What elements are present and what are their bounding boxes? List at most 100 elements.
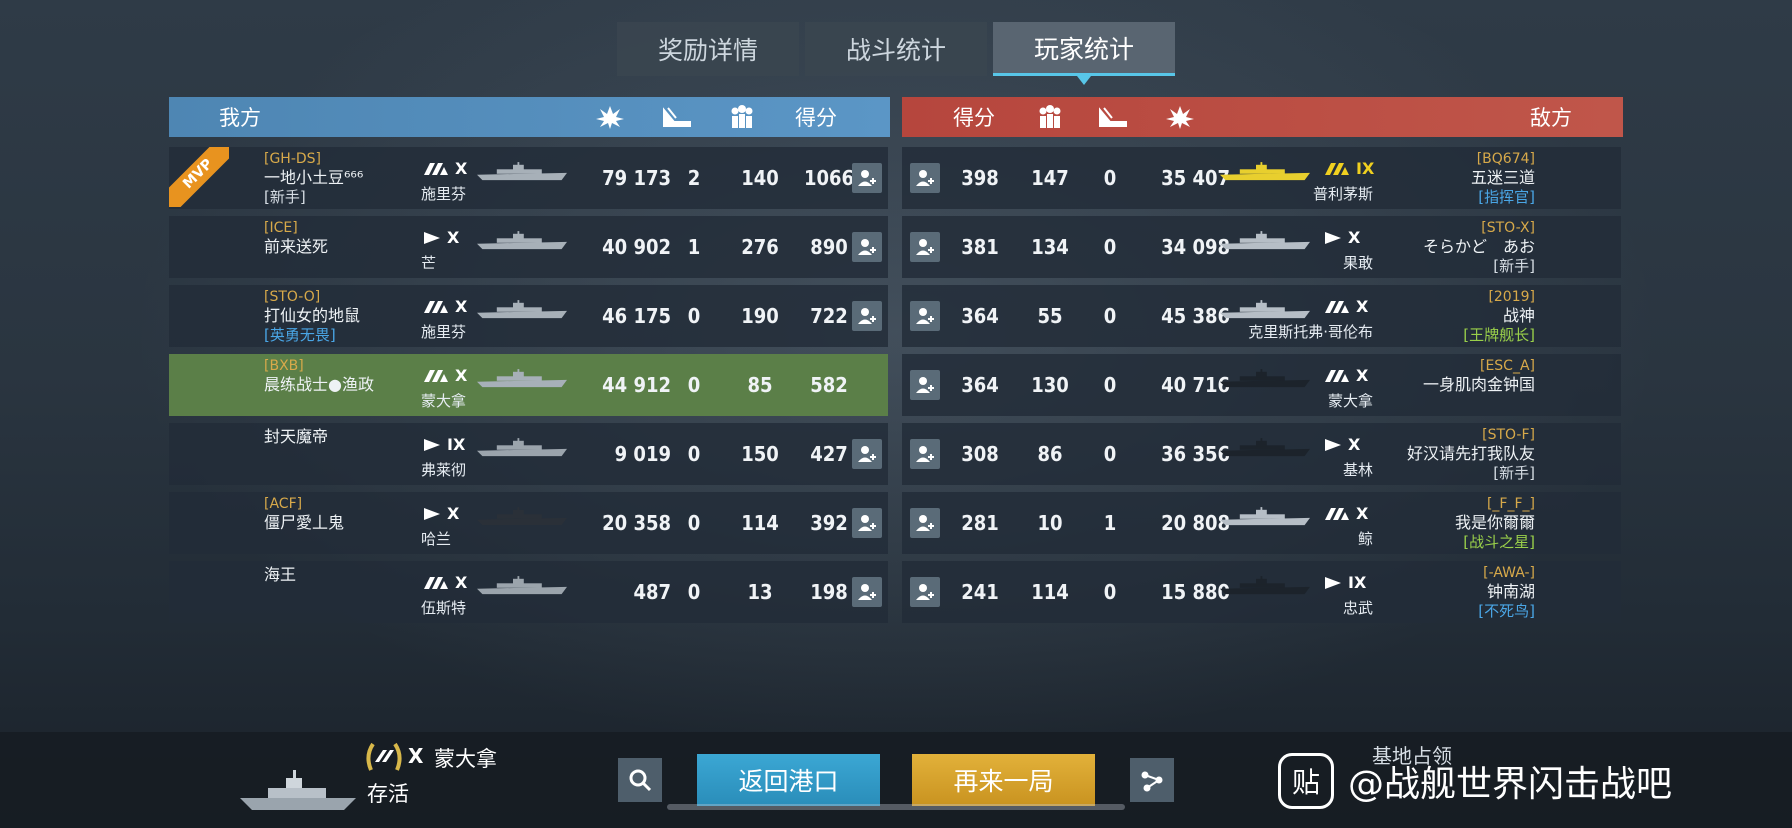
damage-value: 44 912: [602, 373, 671, 397]
ship-image: [477, 437, 567, 463]
add-friend-icon: [916, 446, 934, 462]
player-row[interactable]: 海王 X 伍斯特 487 0 13 198: [169, 561, 888, 623]
add-friend-button[interactable]: [852, 301, 882, 331]
damage-value: 34 098: [1161, 235, 1230, 259]
player-row[interactable]: [STO-O] 打仙女的地鼠 [英勇无畏] X 施里芬 46 175 0 190 722: [169, 285, 888, 347]
player-row[interactable]: 364 130 0 40 716 X 蒙大拿 [ESC_A] 一身肌肉金钟国: [902, 354, 1621, 416]
damage-icon: [1166, 106, 1194, 129]
share-button[interactable]: [1130, 758, 1174, 802]
ship-name: 蒙大拿: [421, 392, 467, 410]
ship-image: [1220, 575, 1310, 601]
add-friend-button[interactable]: [910, 577, 940, 607]
ship-class-icon: [1325, 507, 1349, 520]
ship-name: 伍斯特: [421, 599, 467, 617]
player-row[interactable]: MVP [GH-DS] 一地小土豆⁶⁶⁶ [新手] X 施里芬 79 173 2 140 1066: [169, 147, 888, 209]
add-friend-icon: [916, 377, 934, 393]
tier-label: X: [1356, 297, 1369, 316]
player-row[interactable]: [ACF] 僵尸愛丄鬼 X 哈兰 20 358 0 114 392: [169, 492, 888, 554]
add-friend-button[interactable]: [910, 232, 940, 262]
add-friend-icon: [858, 170, 876, 186]
tab-player-stats[interactable]: 玩家统计: [993, 22, 1175, 85]
ship-name: 弗莱彻: [421, 461, 467, 479]
add-friend-button[interactable]: [910, 370, 940, 400]
player-info: [GH-DS] 一地小土豆⁶⁶⁶ [新手]: [264, 151, 363, 206]
add-friend-button[interactable]: [852, 439, 882, 469]
add-friend-icon: [916, 308, 934, 324]
player-row[interactable]: 241 114 0 15 880 IX 忠武 [-AWA-] 钟南湖 [不死鸟]: [902, 561, 1621, 623]
add-friend-button[interactable]: [910, 508, 940, 538]
tab-bar: 奖励详情 战斗统计 玩家统计: [617, 22, 1175, 85]
player-title: [新手]: [1493, 257, 1535, 275]
search-icon: [629, 769, 652, 792]
add-friend-button[interactable]: [910, 301, 940, 331]
clan-tag: [STO-X]: [1481, 220, 1535, 236]
assists-value: 114: [1031, 580, 1069, 604]
player-row[interactable]: [BXB] 晨练战士●渔政 X 蒙大拿 44 912 0 85 582: [169, 354, 888, 416]
player-row[interactable]: 381 134 0 34 098 X 果敢 [STO-X] そらかど あお [新手]: [902, 216, 1621, 278]
ship-class-icon: [424, 369, 448, 382]
tab-reward-details[interactable]: 奖励详情: [617, 22, 799, 76]
ship-tier: X: [1324, 297, 1368, 316]
player-title: [新手]: [264, 188, 306, 206]
add-friend-button[interactable]: [852, 232, 882, 262]
tab-label: 奖励详情: [657, 36, 758, 65]
clan-tag: [_F_F_]: [1486, 496, 1535, 512]
clan-tag: [ACF]: [264, 496, 303, 512]
share-icon: [1141, 771, 1163, 792]
damage-value: 20 358: [602, 511, 671, 535]
add-friend-icon: [858, 308, 876, 324]
player-info: [_F_F_] 我是你爾爾 [战斗之星]: [1455, 496, 1535, 551]
player-name: 一身肌肉金钟国: [1422, 375, 1535, 394]
add-friend-icon: [916, 239, 934, 255]
ship-tier: X: [423, 159, 467, 178]
ship-name: 果敢: [1342, 254, 1373, 272]
add-friend-button[interactable]: [852, 163, 882, 193]
damage-value: 40 902: [602, 235, 671, 259]
player-name: 五迷三道: [1470, 168, 1535, 187]
score-value: 381: [961, 235, 999, 259]
player-info: [STO-X] そらかど あお [新手]: [1423, 220, 1535, 275]
tier-label: IX: [447, 435, 466, 454]
add-friend-button[interactable]: [910, 163, 940, 193]
tab-battle-stats[interactable]: 战斗统计: [805, 22, 987, 76]
kills-value: 0: [1103, 580, 1117, 604]
scrollbar[interactable]: [667, 804, 1125, 810]
player-row[interactable]: 398 147 0 35 407 IX 普利茅斯 [BQ674] 五迷三道 [指挥官]: [902, 147, 1621, 209]
player-info: [ESC_A] 一身肌肉金钟国: [1423, 358, 1535, 395]
return-to-port-button[interactable]: 返回港口: [697, 754, 880, 806]
add-friend-button[interactable]: [852, 508, 882, 538]
assists-value: 134: [1031, 235, 1069, 259]
search-button[interactable]: [618, 758, 662, 802]
damage-value: 79 173: [602, 166, 671, 190]
ship-class-icon: [424, 576, 448, 589]
player-row[interactable]: 281 10 1 20 808 X 鲸 [_F_F_] 我是你爾爾 [战斗之星]: [902, 492, 1621, 554]
ship-class-icon: [1325, 162, 1349, 175]
player-row[interactable]: 364 55 0 45 386 X 克里斯托弗·哥伦布 [2019] 战神 [王牌舰长]: [902, 285, 1621, 347]
kills-value: 1: [1103, 511, 1117, 535]
player-info: [STO-F] 好汉请先打我队友 [新手]: [1407, 427, 1535, 482]
kills-value: 0: [1103, 304, 1117, 328]
clan-tag: [STO-F]: [1482, 427, 1535, 443]
assists-value: 10: [1037, 511, 1063, 535]
player-name: 好汉请先打我队友: [1406, 444, 1535, 463]
kills-value: 0: [687, 580, 701, 604]
assists-value: 55: [1037, 304, 1063, 328]
kills-value: 0: [687, 511, 701, 535]
player-row[interactable]: [ICE] 前来送死 X 芒 40 902 1 276 890: [169, 216, 888, 278]
kills-icon: [663, 107, 691, 127]
ship-tier: IX: [1324, 159, 1374, 178]
score-value: 398: [961, 166, 999, 190]
add-friend-button[interactable]: [852, 577, 882, 607]
player-title: [战斗之星]: [1463, 533, 1535, 551]
damage-value: 487: [633, 580, 671, 604]
play-again-button[interactable]: 再来一局: [912, 754, 1095, 806]
player-row[interactable]: 封天魔帝 IX 弗莱彻 9 019 0 150 427: [169, 423, 888, 485]
ship-class-icon: [1325, 231, 1341, 244]
ship-image: [477, 368, 567, 394]
player-row[interactable]: 308 86 0 36 356 X 基林 [STO-F] 好汉请先打我队友 [新手]: [902, 423, 1621, 485]
score-value: 364: [961, 304, 999, 328]
score-header: 得分: [953, 106, 995, 130]
add-friend-button[interactable]: [910, 439, 940, 469]
clan-tag: [BQ674]: [1476, 151, 1535, 167]
ship-name: 施里芬: [421, 185, 467, 203]
